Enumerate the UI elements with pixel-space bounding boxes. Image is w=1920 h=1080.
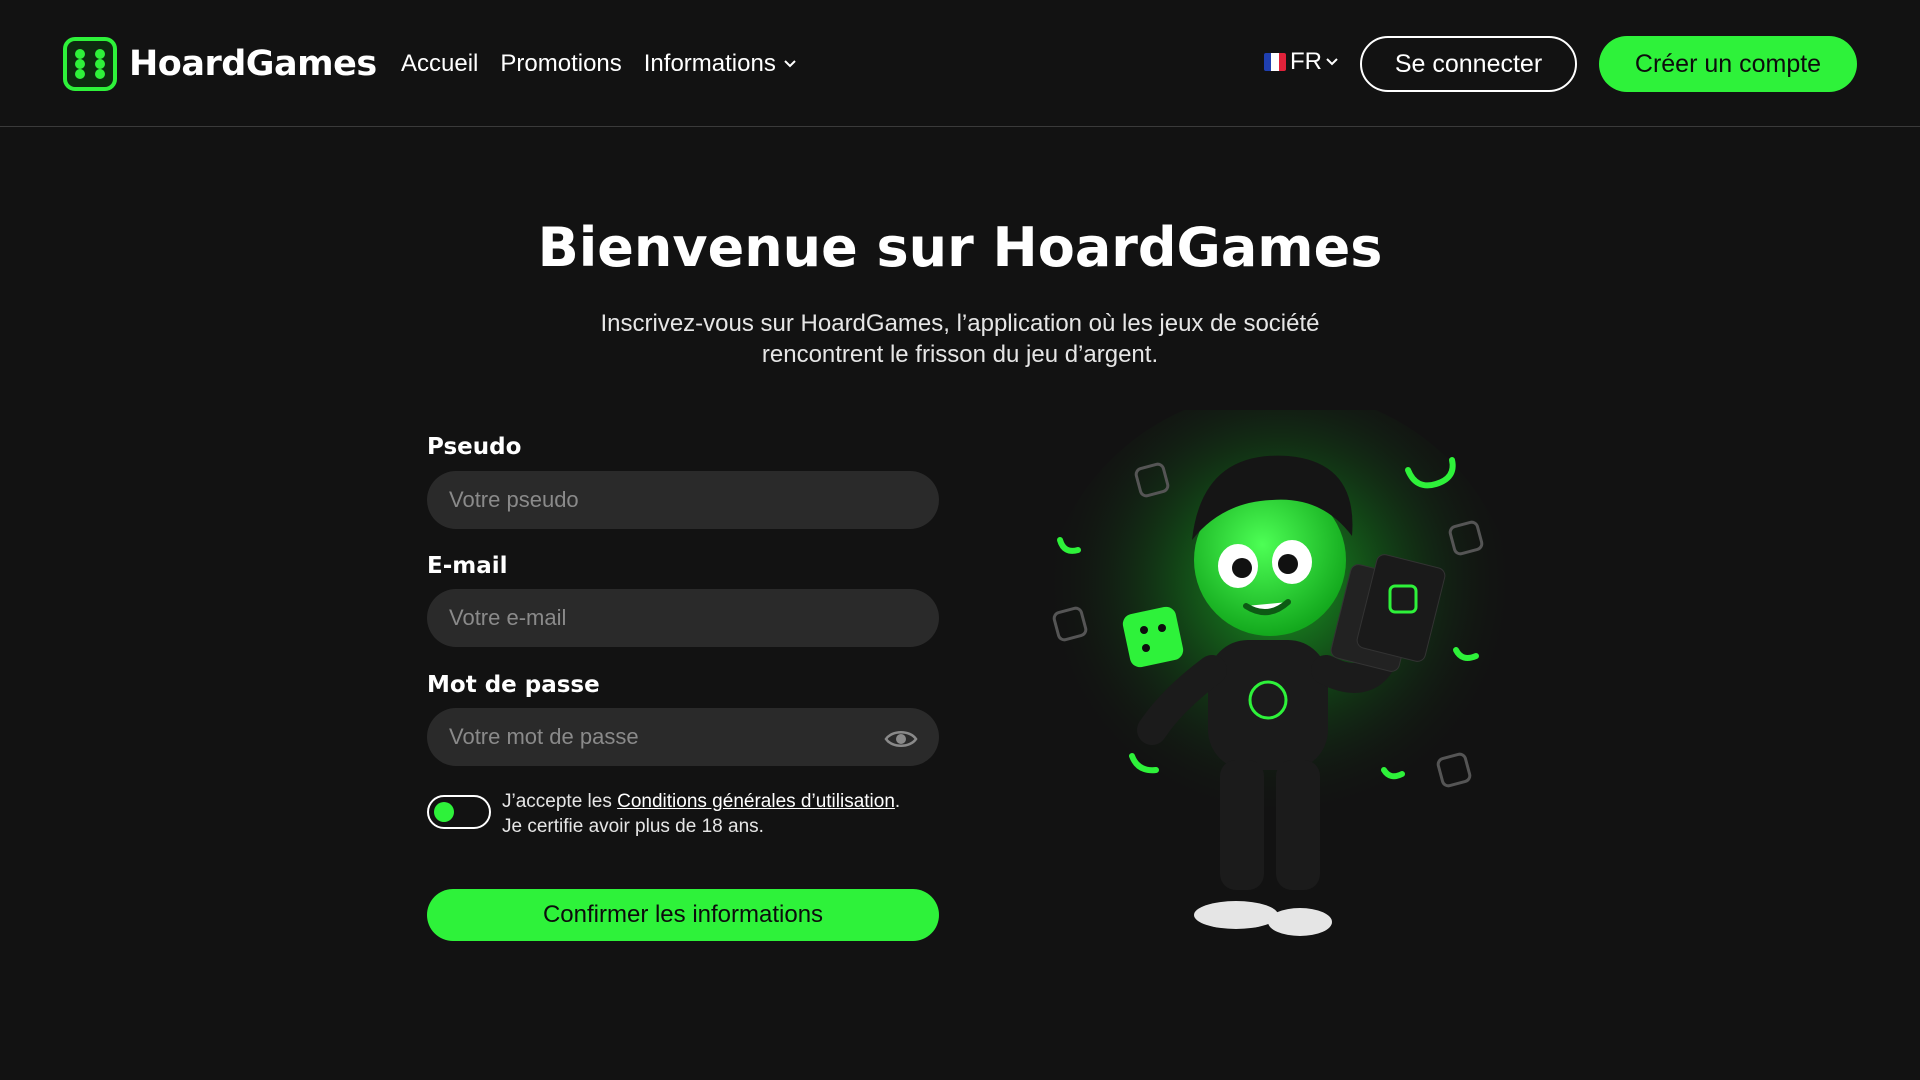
password-input[interactable] bbox=[427, 708, 939, 766]
nav-item-informations[interactable]: Informations bbox=[644, 50, 796, 78]
nav-item-promotions[interactable]: Promotions bbox=[500, 50, 621, 78]
main-nav: Accueil Promotions Informations bbox=[401, 44, 796, 84]
login-button[interactable]: Se connecter bbox=[1360, 36, 1577, 92]
signup-button[interactable]: Créer un compte bbox=[1599, 36, 1857, 92]
pseudo-label: Pseudo bbox=[427, 434, 522, 460]
terms-link[interactable]: Conditions générales d’utilisation bbox=[617, 791, 895, 812]
chevron-down-icon bbox=[1326, 58, 1338, 66]
top-navbar: HoardGames Accueil Promotions Informatio… bbox=[0, 0, 1920, 127]
nav-item-informations-label: Informations bbox=[643, 50, 776, 77]
toggle-knob bbox=[434, 802, 454, 822]
brand-logo[interactable]: HoardGames bbox=[63, 36, 377, 91]
nav-item-accueil[interactable]: Accueil bbox=[401, 50, 478, 78]
chevron-down-icon bbox=[784, 60, 796, 68]
confirm-button[interactable]: Confirmer les informations bbox=[427, 889, 939, 941]
terms-prefix: J’accepte les bbox=[502, 791, 618, 812]
language-selector[interactable]: FR bbox=[1264, 48, 1338, 76]
terms-text: J’accepte les Conditions générales d’uti… bbox=[502, 789, 900, 839]
terms-toggle[interactable] bbox=[427, 795, 491, 829]
pseudo-input[interactable] bbox=[427, 471, 939, 529]
terms-line-1: J’accepte les Conditions générales d’uti… bbox=[502, 789, 900, 814]
password-label: Mot de passe bbox=[427, 672, 600, 698]
email-input[interactable] bbox=[427, 589, 939, 647]
france-flag-icon bbox=[1264, 53, 1286, 71]
terms-suffix: . bbox=[894, 791, 901, 812]
subtitle-line-2: rencontrent le frisson du jeu d’argent. bbox=[761, 341, 1159, 368]
show-password-eye-icon[interactable] bbox=[884, 727, 918, 751]
brand-name: HoardGames bbox=[129, 43, 377, 84]
dice-logo-icon bbox=[63, 36, 117, 91]
terms-line-2: Je certifie avoir plus de 18 ans. bbox=[502, 816, 764, 837]
page-title: Bienvenue sur HoardGames bbox=[537, 216, 1383, 279]
language-code: FR bbox=[1290, 48, 1322, 75]
mascot-illustration bbox=[1040, 410, 1520, 936]
page-subtitle: Inscrivez-vous sur HoardGames, l’applica… bbox=[560, 308, 1360, 370]
subtitle-line-1: Inscrivez-vous sur HoardGames, l’applica… bbox=[600, 310, 1320, 337]
email-label: E-mail bbox=[427, 553, 508, 579]
